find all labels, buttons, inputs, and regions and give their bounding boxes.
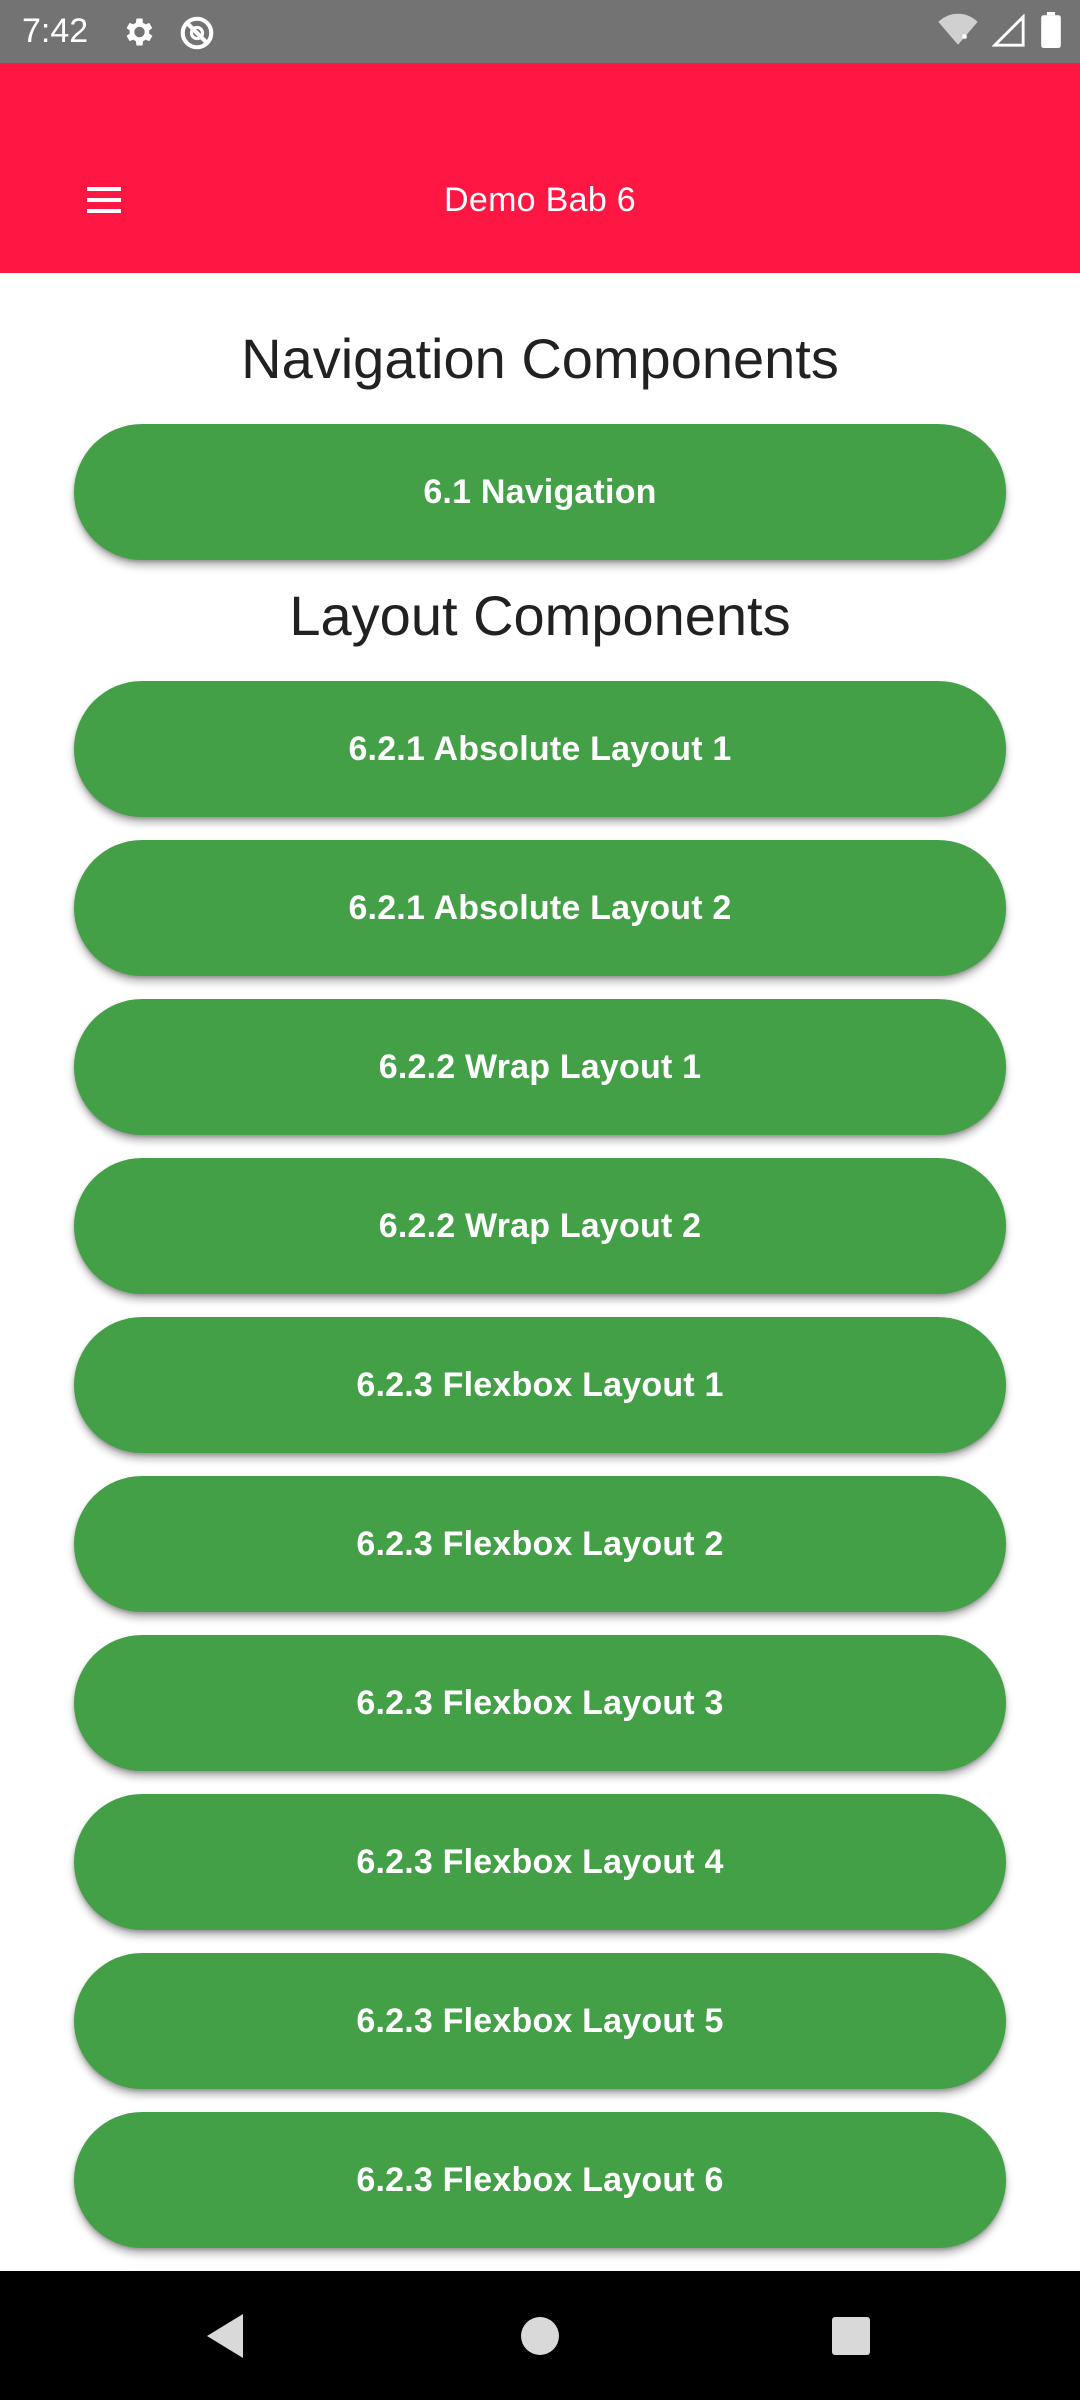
data-saver-icon	[180, 16, 214, 50]
status-bar: 7:42	[0, 0, 1080, 63]
signal-icon	[992, 14, 1025, 47]
battery-icon	[1041, 12, 1061, 48]
flexbox-layout-1-button[interactable]: 6.2.3 Flexbox Layout 1	[74, 1317, 1006, 1453]
gear-icon	[126, 18, 153, 46]
navigation-section-heading: Navigation Components	[241, 327, 839, 390]
back-icon[interactable]	[145, 2271, 305, 2400]
wrap-layout-1-button[interactable]: 6.2.2 Wrap Layout 1	[74, 999, 1006, 1135]
app-bar	[0, 63, 1080, 273]
system-nav-bar	[0, 2271, 1080, 2400]
main-content: Navigation Components 6.1 Navigation Lay…	[0, 273, 1080, 2271]
absolute-layout-2-button[interactable]: 6.2.1 Absolute Layout 2	[74, 840, 1006, 976]
flexbox-layout-6-button[interactable]: 6.2.3 Flexbox Layout 6	[74, 2112, 1006, 2248]
wifi-off-icon	[938, 13, 978, 45]
wrap-layout-2-button[interactable]: 6.2.2 Wrap Layout 2	[74, 1158, 1006, 1294]
app-title: Demo Bab 6	[444, 181, 636, 219]
flexbox-layout-5-button[interactable]: 6.2.3 Flexbox Layout 5	[74, 1953, 1006, 2089]
flexbox-layout-3-button[interactable]: 6.2.3 Flexbox Layout 3	[74, 1635, 1006, 1771]
absolute-layout-1-button[interactable]: 6.2.1 Absolute Layout 1	[74, 681, 1006, 817]
layout-section-heading: Layout Components	[289, 584, 791, 647]
status-time: 7:42	[22, 12, 89, 50]
home-icon[interactable]	[460, 2271, 620, 2400]
flexbox-layout-2-button[interactable]: 6.2.3 Flexbox Layout 2	[74, 1476, 1006, 1612]
navigation-button[interactable]: 6.1 Navigation	[74, 424, 1006, 560]
flexbox-layout-4-button[interactable]: 6.2.3 Flexbox Layout 4	[74, 1794, 1006, 1930]
recents-icon[interactable]	[771, 2271, 931, 2400]
